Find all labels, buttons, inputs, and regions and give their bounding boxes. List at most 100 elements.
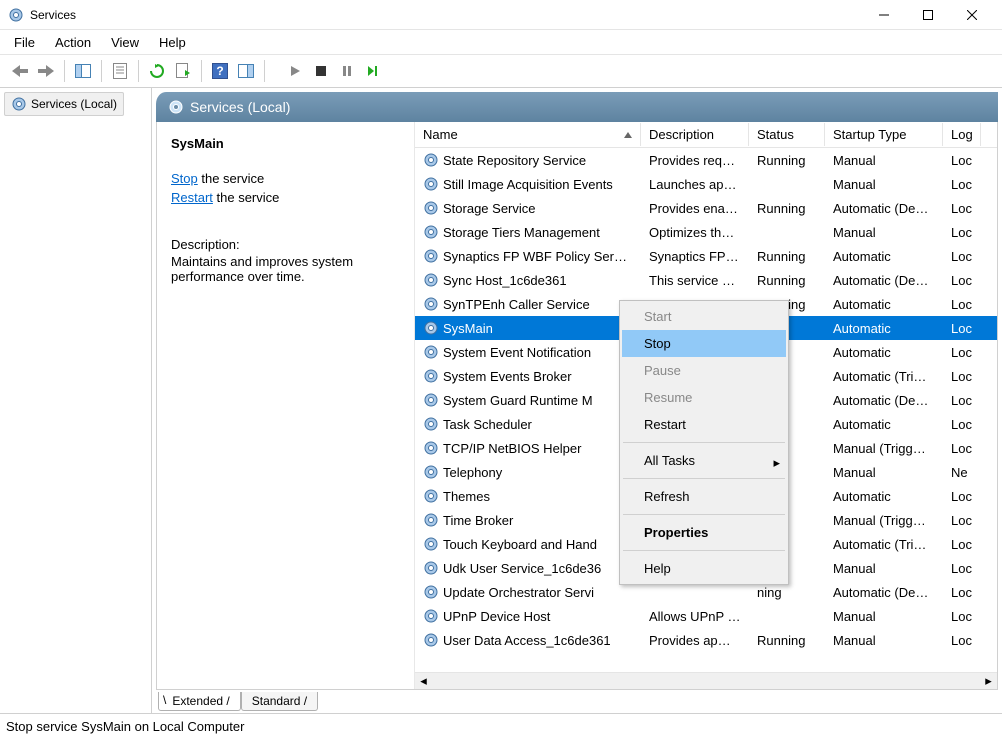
cell-name: Udk User Service_1c6de36 [415,558,641,578]
gear-icon [423,296,439,312]
cell-startup: Automatic [825,247,943,266]
console-tree[interactable]: Services (Local) [0,88,152,713]
cell-logon: Loc [943,367,981,386]
horizontal-scrollbar[interactable]: ◂ ▸ [415,672,997,689]
ctx-pause: Pause [622,357,786,384]
column-log-on-as[interactable]: Log [943,123,981,146]
properties-button[interactable] [108,59,132,83]
cell-name: SynTPEnh Caller Service [415,294,641,314]
gear-icon [423,152,439,168]
cell-name: State Repository Service [415,150,641,170]
table-row[interactable]: Storage Tiers ManagementOptimizes th…Man… [415,220,997,244]
cell-startup: Automatic [825,343,943,362]
ctx-resume: Resume [622,384,786,411]
gear-icon [423,176,439,192]
cell-logon: Loc [943,343,981,362]
stop-link[interactable]: Stop [171,171,198,186]
tab-extended[interactable]: \Extended / [158,692,241,711]
cell-logon: Loc [943,295,981,314]
context-menu: Start Stop Pause Resume Restart All Task… [619,300,789,585]
menu-help[interactable]: Help [149,32,196,53]
refresh-button[interactable] [145,59,169,83]
gear-icon [423,200,439,216]
start-service-button[interactable] [283,59,307,83]
scroll-left-icon[interactable]: ◂ [415,673,432,690]
showhide-tree-button[interactable] [71,59,95,83]
cell-description: Provides ap… [641,631,749,650]
ctx-start: Start [622,303,786,330]
cell-description: Provides ena… [641,199,749,218]
cell-logon: Loc [943,535,981,554]
help-button[interactable]: ? [208,59,232,83]
showhide-action-pane-button[interactable] [234,59,258,83]
gear-icon [423,440,439,456]
view-tabs: \Extended / Standard / [152,692,1002,711]
cell-logon: Loc [943,583,981,602]
cell-description: Launches ap… [641,175,749,194]
cell-name: Storage Tiers Management [415,222,641,242]
column-status[interactable]: Status [749,123,825,146]
description-text: Maintains and improves system performanc… [171,254,400,284]
service-list[interactable]: Name Description Status Startup Type Log… [415,122,997,689]
tab-standard[interactable]: Standard / [241,692,318,711]
column-name[interactable]: Name [415,123,641,146]
cell-startup: Automatic (De… [825,199,943,218]
description-label: Description: [171,237,400,252]
cell-startup: Automatic (De… [825,583,943,602]
cell-startup: Manual [825,151,943,170]
cell-status [749,182,825,186]
cell-name: Touch Keyboard and Hand [415,534,641,554]
tree-services-local[interactable]: Services (Local) [4,92,124,116]
nav-back-button[interactable] [8,59,32,83]
table-row[interactable]: User Data Access_1c6de361Provides ap…Run… [415,628,997,652]
gear-icon [423,368,439,384]
ctx-help[interactable]: Help [622,555,786,582]
menu-file[interactable]: File [4,32,45,53]
minimize-button[interactable] [862,1,906,29]
title-bar: Services [0,0,1002,30]
ctx-restart[interactable]: Restart [622,411,786,438]
cell-startup: Manual (Trigg… [825,511,943,530]
gear-icon [423,536,439,552]
table-row[interactable]: Sync Host_1c6de361This service …RunningA… [415,268,997,292]
cell-logon: Loc [943,175,981,194]
column-startup-type[interactable]: Startup Type [825,123,943,146]
menu-view[interactable]: View [101,32,149,53]
cell-status: Running [749,271,825,290]
table-row[interactable]: Storage ServiceProvides ena…RunningAutom… [415,196,997,220]
ctx-stop[interactable]: Stop [622,330,786,357]
tree-item-label: Services (Local) [31,97,117,111]
table-row[interactable]: UPnP Device HostAllows UPnP …ManualLoc [415,604,997,628]
ctx-all-tasks[interactable]: All Tasks▸ [622,447,786,474]
close-button[interactable] [950,1,994,29]
table-row[interactable]: Synaptics FP WBF Policy Ser…Synaptics FP… [415,244,997,268]
cell-startup: Automatic (Tri… [825,535,943,554]
pause-service-button[interactable] [335,59,359,83]
ctx-properties[interactable]: Properties [622,519,786,546]
cell-name: Sync Host_1c6de361 [415,270,641,290]
scroll-right-icon[interactable]: ▸ [980,673,997,690]
app-icon [8,7,24,23]
cell-logon: Loc [943,511,981,530]
nav-forward-button[interactable] [34,59,58,83]
cell-name: Time Broker [415,510,641,530]
maximize-button[interactable] [906,1,950,29]
cell-startup: Automatic [825,487,943,506]
menu-action[interactable]: Action [45,32,101,53]
table-row[interactable]: Still Image Acquisition EventsLaunches a… [415,172,997,196]
cell-startup: Manual [825,559,943,578]
export-button[interactable] [171,59,195,83]
cell-startup: Manual [825,463,943,482]
cell-name: UPnP Device Host [415,606,641,626]
table-row[interactable]: State Repository ServiceProvides req…Run… [415,148,997,172]
ctx-refresh[interactable]: Refresh [622,483,786,510]
restart-link[interactable]: Restart [171,190,213,205]
restart-service-button[interactable] [361,59,385,83]
column-description[interactable]: Description [641,123,749,146]
status-text: Stop service SysMain on Local Computer [6,719,244,734]
toolbar: ? [0,54,1002,88]
stop-service-button[interactable] [309,59,333,83]
cell-logon: Loc [943,487,981,506]
cell-logon: Ne [943,463,981,482]
cell-name: System Event Notification [415,342,641,362]
